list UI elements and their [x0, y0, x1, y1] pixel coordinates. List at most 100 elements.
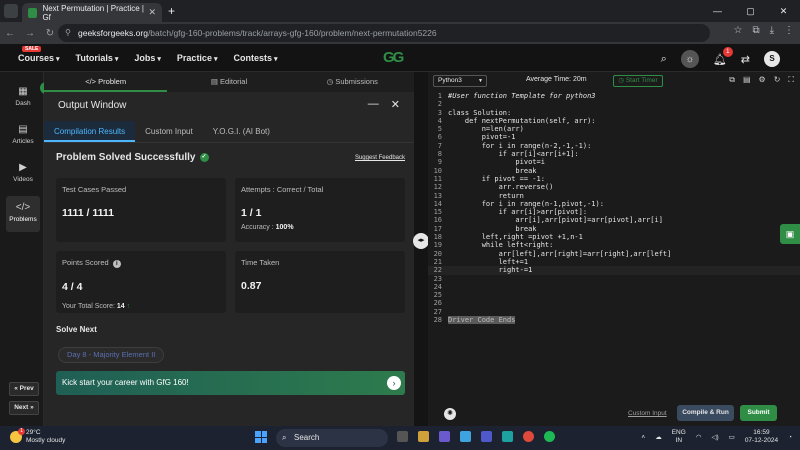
gfg-logo[interactable]: GG: [383, 49, 404, 66]
code-line[interactable]: 27: [428, 308, 800, 316]
suggest-feedback-link[interactable]: Suggest Feedback: [355, 155, 405, 161]
custom-input-link[interactable]: Custom Input: [628, 410, 667, 417]
chat-icon[interactable]: ▣: [780, 224, 800, 244]
fullscreen-icon[interactable]: ⛶: [788, 75, 794, 85]
code-line[interactable]: 20 arr[left],arr[right]=arr[right],arr[l…: [428, 250, 800, 258]
code-line[interactable]: 11 if pivot == -1:: [428, 175, 800, 183]
code-line[interactable]: 7 for i in range(n-2,-1,-1):: [428, 142, 800, 150]
menu-contests[interactable]: Contests ▾: [233, 53, 277, 63]
menu-icon[interactable]: ⋮: [784, 25, 794, 36]
language-select[interactable]: Python3 ▼: [433, 75, 487, 87]
menu-jobs[interactable]: Jobs ▾: [134, 53, 161, 63]
code-line[interactable]: 13 return: [428, 192, 800, 200]
code-line[interactable]: 19 while left<right:: [428, 241, 800, 249]
code-line[interactable]: 4 def nextPermutation(self, arr):: [428, 117, 800, 125]
code-line[interactable]: 16 arr[i],arr[pivot]=arr[pivot],arr[i]: [428, 216, 800, 224]
store-icon[interactable]: [460, 431, 471, 442]
avatar[interactable]: S: [764, 51, 780, 67]
forward-icon[interactable]: →: [20, 28, 40, 39]
tab-editorial[interactable]: ▤ Editorial: [167, 72, 290, 92]
code-line[interactable]: 1 #User function Template for python3: [428, 92, 800, 100]
info-icon[interactable]: i: [112, 260, 121, 268]
sidebar-item-problems[interactable]: </> Problems: [6, 196, 40, 232]
tab-submissions[interactable]: ◷ Submissions: [291, 72, 414, 92]
tab-custom-input[interactable]: Custom Input: [135, 121, 203, 142]
solve-next-problem-link[interactable]: Day 8 - Majority Element II: [58, 347, 165, 363]
chevron-up-icon[interactable]: ˄: [641, 434, 645, 441]
copilot-icon[interactable]: [439, 431, 450, 442]
code-line[interactable]: 14 for i in range(n-1,pivot,-1):: [428, 200, 800, 208]
code-line[interactable]: 12 arr.reverse(): [428, 183, 800, 191]
tab-problem[interactable]: </> Problem: [44, 72, 168, 92]
code-line[interactable]: 23: [428, 275, 800, 283]
tab-actions-icon[interactable]: [4, 4, 18, 18]
bookmark-star-icon[interactable]: ☆: [733, 25, 742, 36]
minimize-panel-icon[interactable]: —: [368, 98, 379, 111]
file-explorer-icon[interactable]: [418, 431, 429, 442]
menu-practice[interactable]: Practice ▾: [177, 53, 218, 63]
code-line[interactable]: 21 left+=1: [428, 258, 800, 266]
close-tab-icon[interactable]: ✕: [148, 7, 156, 18]
compile-run-button[interactable]: Compile & Run: [677, 405, 734, 421]
code-line[interactable]: 15 if arr[i]>arr[pivot]:: [428, 208, 800, 216]
code-line[interactable]: 25: [428, 291, 800, 299]
search-icon[interactable]: ⌕: [661, 53, 667, 66]
copy-icon[interactable]: ⧉: [729, 75, 735, 85]
tab-compilation-results[interactable]: Compilation Results: [44, 121, 136, 142]
document-icon[interactable]: ▤: [743, 75, 751, 85]
extensions-icon[interactable]: ⧉: [752, 25, 759, 36]
code-line[interactable]: 10 break: [428, 167, 800, 175]
start-timer-button[interactable]: ◷ Start Timer: [613, 75, 663, 87]
new-tab-button[interactable]: +: [168, 4, 175, 18]
taskbar-search[interactable]: ⌕ Search: [276, 429, 388, 447]
reset-icon[interactable]: ↻: [774, 75, 781, 85]
drag-handle-icon[interactable]: ◂▸: [413, 233, 429, 249]
sidebar-item-articles[interactable]: ▤ Articles: [6, 124, 40, 160]
next-button[interactable]: Next »: [9, 401, 39, 415]
close-window-icon[interactable]: ✕: [767, 0, 800, 22]
notifications-icon[interactable]: 🔔︎ 1: [713, 46, 733, 66]
code-line[interactable]: 2: [428, 100, 800, 108]
task-view-icon[interactable]: [397, 431, 408, 442]
code-line[interactable]: 24: [428, 283, 800, 291]
arrow-right-icon[interactable]: ›: [387, 376, 401, 390]
code-line[interactable]: 9 pivot=i: [428, 158, 800, 166]
submit-button[interactable]: Submit: [740, 405, 777, 421]
teams-icon[interactable]: [481, 431, 492, 442]
tab-yogi-bot[interactable]: Y.O.G.I. (AI Bot): [203, 121, 280, 142]
spotify-icon[interactable]: [544, 431, 555, 442]
code-line[interactable]: 6 pivot=-1: [428, 133, 800, 141]
code-line[interactable]: 26: [428, 299, 800, 307]
sidebar-item-videos[interactable]: ▶ Videos: [6, 162, 40, 198]
menu-courses[interactable]: Courses ▾: [18, 53, 60, 63]
gfg160-banner[interactable]: Kick start your career with GfG 160! ›: [56, 371, 405, 395]
edge-icon[interactable]: [502, 431, 513, 442]
volume-icon[interactable]: ◁): [711, 433, 718, 441]
url-field[interactable]: ⚲ geeksforgeeks.org/batch/gfg-160-proble…: [58, 24, 710, 42]
hint-bulb-icon[interactable]: ✺: [444, 408, 456, 420]
code-line[interactable]: 8 if arr[i]<arr[i+1]:: [428, 150, 800, 158]
prev-button[interactable]: « Prev: [9, 382, 39, 396]
windows-start-icon[interactable]: [255, 431, 267, 443]
theme-toggle-icon[interactable]: ☼: [680, 50, 699, 68]
code-line[interactable]: 17 break: [428, 225, 800, 233]
code-line[interactable]: 22 right-=1: [428, 266, 800, 275]
settings-icon[interactable]: ⚙: [759, 75, 766, 85]
weather-widget[interactable]: 1 29°C Mostly cloudy: [10, 428, 65, 445]
browser-tab[interactable]: Next Permutation | Practice | Gf ✕: [22, 3, 162, 22]
cloud-icon[interactable]: ☁: [655, 433, 662, 441]
code-line[interactable]: 5 n=len(arr): [428, 125, 800, 133]
site-info-icon[interactable]: ⚲: [65, 24, 71, 42]
code-line[interactable]: 3 class Solution:: [428, 109, 800, 117]
battery-icon[interactable]: ▭: [729, 433, 735, 441]
minimize-icon[interactable]: —: [701, 0, 734, 22]
download-icon[interactable]: ⤓: [770, 25, 774, 36]
panel-splitter[interactable]: [414, 72, 428, 426]
clock[interactable]: 16:59 07-12-2024: [745, 429, 778, 445]
maximize-icon[interactable]: ▢: [734, 0, 767, 22]
reload-icon[interactable]: ↻: [40, 28, 60, 39]
back-icon[interactable]: ←: [0, 28, 20, 39]
wifi-icon[interactable]: ◠: [696, 433, 702, 441]
menu-tutorials[interactable]: Tutorials ▾: [76, 53, 119, 63]
code-line[interactable]: 18 left,right =pivot +1,n-1: [428, 233, 800, 241]
